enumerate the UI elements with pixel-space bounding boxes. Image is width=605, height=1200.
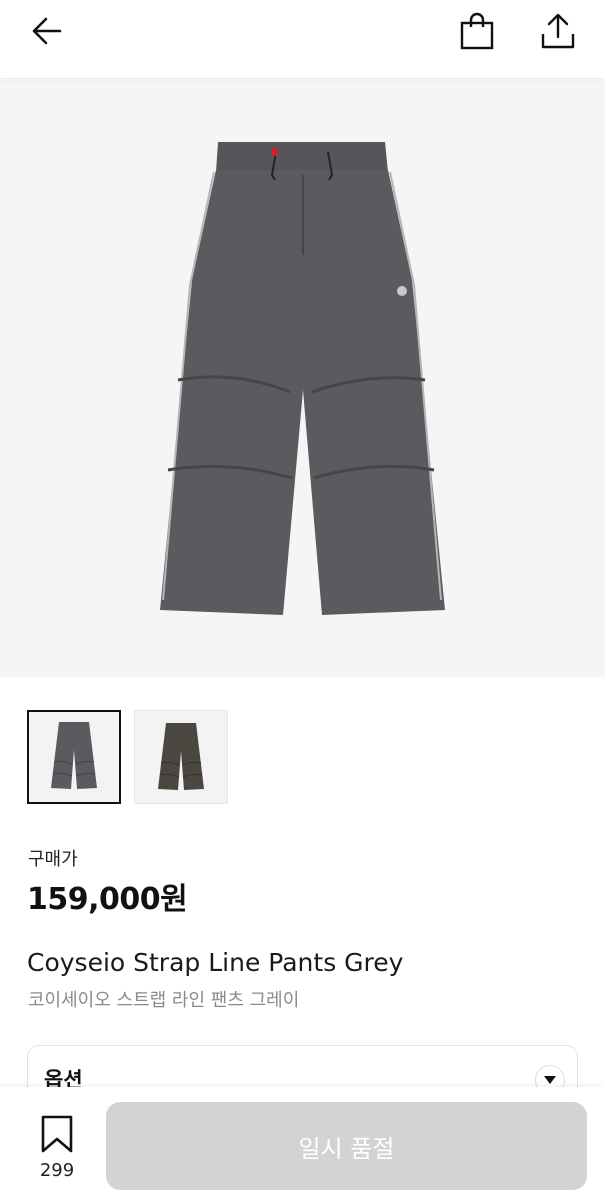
thumbnail-grey[interactable] xyxy=(27,710,121,804)
pants-brown-thumbnail xyxy=(158,723,204,790)
top-header xyxy=(0,0,605,78)
chevron-down-icon xyxy=(544,1076,556,1084)
back-button[interactable] xyxy=(24,8,70,54)
sold-out-button[interactable]: 일시 품절 xyxy=(106,1102,587,1190)
pants-grey-photo xyxy=(160,142,445,615)
share-upload-icon xyxy=(541,13,575,49)
bookmark-button[interactable]: 299 xyxy=(30,1112,84,1184)
arrow-left-icon xyxy=(32,17,62,45)
bottom-action-bar: 299 일시 품절 xyxy=(0,1087,605,1200)
pants-grey-thumbnail xyxy=(51,722,97,789)
product-main-image[interactable] xyxy=(0,80,605,677)
bookmark-count: 299 xyxy=(39,1160,75,1181)
shopping-bag-button[interactable] xyxy=(454,8,500,54)
product-name-en: Coyseio Strap Line Pants Grey xyxy=(27,948,404,977)
product-price: 159,000원 xyxy=(27,882,188,917)
shopping-bag-icon xyxy=(460,12,494,50)
product-name-ko: 코이세이오 스트랩 라인 팬츠 그레이 xyxy=(28,990,300,1011)
bookmark-icon xyxy=(41,1115,73,1153)
thumbnail-brown[interactable] xyxy=(134,710,228,804)
price-label: 구매가 xyxy=(28,849,78,870)
share-button[interactable] xyxy=(535,8,581,54)
